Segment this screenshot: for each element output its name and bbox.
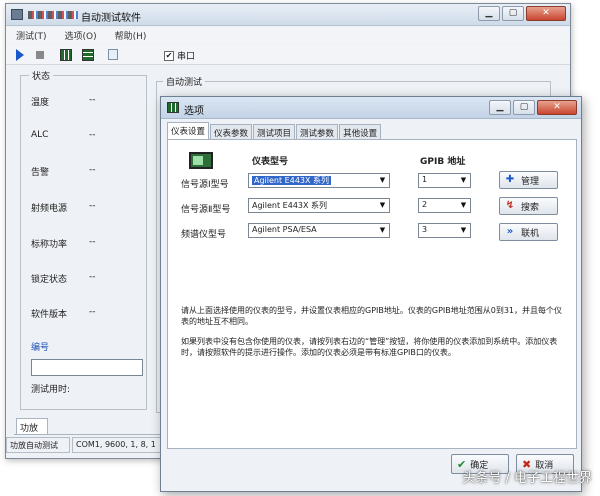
instrument-icon[interactable] bbox=[60, 49, 72, 61]
status-value: -- bbox=[89, 201, 96, 211]
status-label: 标称功率 bbox=[31, 240, 68, 250]
plus-icon: ✚ bbox=[505, 174, 515, 185]
title-bar[interactable]: 自动测试软件 ▁ ▢ ✕ bbox=[6, 4, 570, 26]
window-title: 自动测试软件 bbox=[81, 13, 141, 24]
status-label: 锁定状态 bbox=[31, 275, 68, 285]
signal-source-1-model-select[interactable]: Agilent E443X 系列 ▼ bbox=[248, 173, 390, 188]
menu-help[interactable]: 帮助(H) bbox=[105, 27, 155, 44]
status-value: -- bbox=[89, 237, 96, 247]
instrument-settings-panel: 仪表型号 GPIB 地址 信号源Ⅰ型号 Agilent E443X 系列 ▼ 1… bbox=[167, 139, 577, 449]
id-label: 编号 bbox=[31, 343, 50, 353]
status-label: 射频电源 bbox=[31, 204, 68, 214]
minimize-icon[interactable]: ▁ bbox=[478, 6, 500, 21]
status-bar-mode: 功放自动测试 bbox=[6, 437, 70, 453]
status-value: -- bbox=[89, 130, 96, 140]
checkbox-check-icon[interactable]: ✔ bbox=[164, 50, 174, 61]
status-label: 温度 bbox=[31, 98, 50, 108]
tab-test-items[interactable]: 测试项目 bbox=[253, 124, 296, 139]
maximize-icon[interactable]: ▢ bbox=[502, 6, 524, 21]
search-icon: ↯ bbox=[505, 200, 515, 211]
model-header: 仪表型号 bbox=[252, 157, 289, 167]
instrument-icon bbox=[189, 152, 213, 169]
minimize-icon[interactable]: ▁ bbox=[489, 100, 511, 115]
auto-test-title: 自动测试 bbox=[163, 75, 206, 88]
spectrum-analyzer-label: 频谱仪型号 bbox=[181, 230, 227, 240]
connect-icon: » bbox=[506, 226, 514, 237]
selected-value: Agilent E443X 系列 bbox=[252, 201, 328, 210]
status-value: -- bbox=[89, 165, 96, 175]
menu-test[interactable]: 测试(T) bbox=[6, 27, 55, 44]
signal-source-2-gpib-select[interactable]: 2 ▼ bbox=[418, 198, 471, 213]
status-value: -- bbox=[89, 307, 96, 317]
selected-value: Agilent E443X 系列 bbox=[252, 176, 332, 185]
spectrum-analyzer-gpib-select[interactable]: 3 ▼ bbox=[418, 223, 471, 238]
window-controls: ▁ ▢ ✕ bbox=[478, 6, 566, 21]
signal-source-2-model-select[interactable]: Agilent E443X 系列 ▼ bbox=[248, 198, 390, 213]
maximize-icon[interactable]: ▢ bbox=[513, 100, 535, 115]
search-button-label: 搜索 bbox=[521, 202, 540, 213]
spectrum-analyzer-model-select[interactable]: Agilent PSA/ESA ▼ bbox=[248, 223, 390, 238]
status-label: 软件版本 bbox=[31, 310, 68, 320]
tab-test-params[interactable]: 测试参数 bbox=[296, 124, 339, 139]
chevron-down-icon[interactable]: ▼ bbox=[458, 200, 469, 211]
close-icon[interactable]: ✕ bbox=[537, 100, 577, 115]
dialog-title: 选项 bbox=[184, 106, 204, 117]
selected-value: 1 bbox=[422, 175, 428, 184]
serial-checkbox[interactable]: ✔ 串口 bbox=[164, 49, 195, 62]
chevron-down-icon[interactable]: ▼ bbox=[377, 200, 388, 211]
connect-button-label: 联机 bbox=[521, 228, 540, 239]
play-icon[interactable] bbox=[16, 49, 24, 61]
manage-button[interactable]: ✚ 管理 bbox=[499, 171, 558, 189]
dialog-tabs: 仪表设置 仪表参数 测试项目 测试参数 其他设置 bbox=[167, 122, 382, 139]
selected-value: 3 bbox=[422, 225, 428, 234]
menu-bar: 测试(T) 选项(O) 帮助(H) bbox=[6, 27, 570, 44]
selected-value: 2 bbox=[422, 200, 428, 209]
toolbar: ✔ 串口 bbox=[6, 45, 570, 65]
close-icon[interactable]: ✕ bbox=[526, 6, 566, 21]
chevron-down-icon[interactable]: ▼ bbox=[458, 225, 469, 236]
connect-button[interactable]: » 联机 bbox=[499, 223, 558, 241]
selected-value: Agilent PSA/ESA bbox=[252, 225, 317, 234]
signal-source-2-label: 信号源Ⅱ型号 bbox=[181, 205, 231, 215]
tab-amplifier[interactable]: 功放 bbox=[16, 418, 48, 434]
status-value: -- bbox=[89, 272, 96, 282]
gpib-header: GPIB 地址 bbox=[420, 157, 466, 167]
id-input[interactable] bbox=[31, 359, 143, 376]
menu-options[interactable]: 选项(O) bbox=[55, 27, 105, 44]
table-icon[interactable] bbox=[82, 49, 94, 61]
search-button[interactable]: ↯ 搜索 bbox=[499, 197, 558, 215]
help-text-2: 如果列表中没有包含你使用的仪表，请按列表右边的“管理”按钮，将你使用的仪表添加到… bbox=[181, 337, 558, 357]
manage-button-label: 管理 bbox=[521, 176, 540, 187]
signal-source-1-label: 信号源Ⅰ型号 bbox=[181, 180, 229, 190]
signal-source-1-gpib-select[interactable]: 1 ▼ bbox=[418, 173, 471, 188]
watermark: 头条号 / 电子工程世界 bbox=[462, 471, 592, 486]
test-time-label: 测试用时: bbox=[31, 385, 71, 395]
blurred-title-prefix bbox=[28, 11, 78, 19]
tab-instrument-params[interactable]: 仪表参数 bbox=[210, 124, 253, 139]
tab-other-settings[interactable]: 其他设置 bbox=[339, 124, 382, 139]
status-label: ALC bbox=[31, 130, 49, 140]
stop-icon[interactable] bbox=[36, 51, 44, 59]
chevron-down-icon[interactable]: ▼ bbox=[458, 175, 469, 186]
status-value: -- bbox=[89, 95, 96, 105]
dialog-title-bar[interactable]: 选项 ▁ ▢ ✕ bbox=[161, 97, 581, 119]
serial-label: 串口 bbox=[177, 52, 196, 62]
tab-instrument-settings[interactable]: 仪表设置 bbox=[167, 122, 210, 139]
app-icon bbox=[11, 9, 23, 20]
status-label: 告警 bbox=[31, 168, 50, 178]
status-group: 状态 温度 -- ALC -- 告警 -- 射频电源 -- 标称功率 -- 锁定… bbox=[20, 69, 147, 410]
chevron-down-icon[interactable]: ▼ bbox=[377, 225, 388, 236]
help-text-1: 请从上面选择使用的仪表的型号，并设置仪表相应的GPIB地址。仪表的GPIB地址范… bbox=[181, 306, 563, 326]
dialog-window-controls: ▁ ▢ ✕ bbox=[489, 100, 577, 115]
options-icon bbox=[167, 102, 179, 113]
options-dialog: 选项 ▁ ▢ ✕ 仪表设置 仪表参数 测试项目 测试参数 其他设置 仪表型号 G… bbox=[160, 96, 582, 492]
status-group-title: 状态 bbox=[29, 69, 54, 82]
status-bar-port: COM1, 9600, 1, 8, 1 bbox=[72, 437, 164, 453]
flag-icon[interactable] bbox=[108, 49, 118, 60]
chevron-down-icon[interactable]: ▼ bbox=[377, 175, 388, 186]
